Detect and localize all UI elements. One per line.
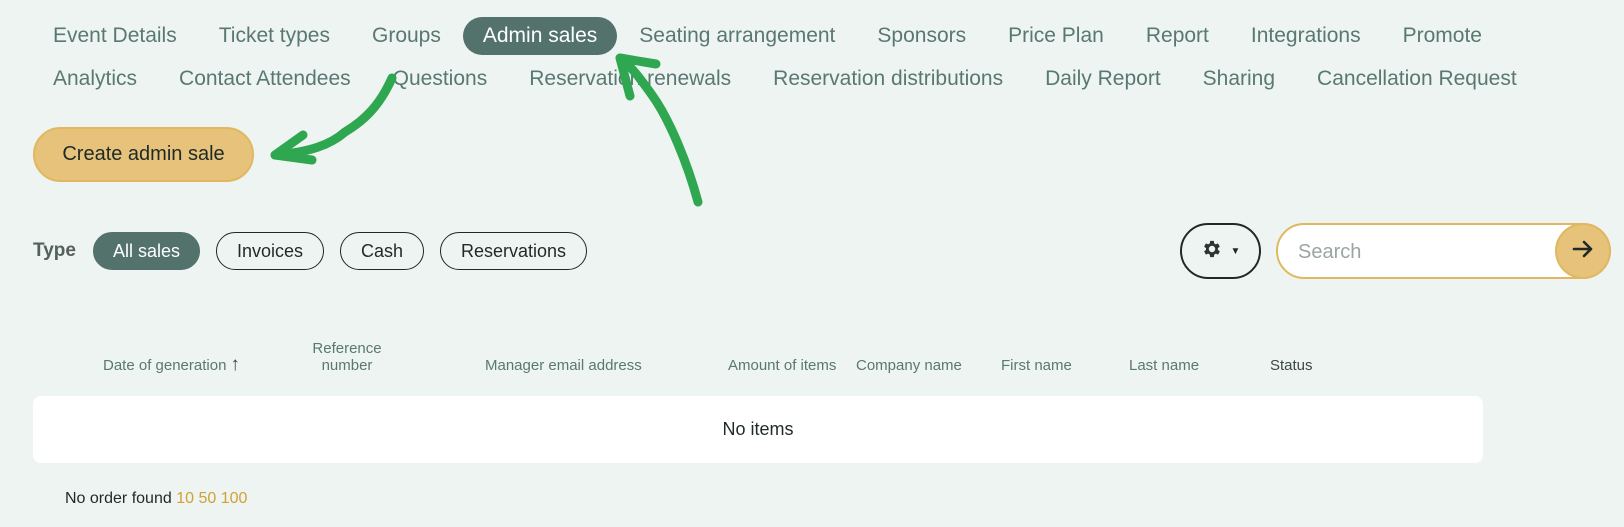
tab-ticket-types[interactable]: Ticket types bbox=[199, 17, 350, 55]
type-filter-label: Type bbox=[33, 240, 76, 261]
column-settings-button[interactable]: ▼ bbox=[1180, 223, 1261, 279]
tab-questions[interactable]: Questions bbox=[373, 60, 508, 98]
column-header-company-name[interactable]: Company name bbox=[856, 357, 962, 374]
tab-event-details[interactable]: Event Details bbox=[33, 17, 197, 55]
page-size-10[interactable]: 10 bbox=[176, 490, 194, 507]
arrow-right-icon bbox=[1570, 236, 1596, 267]
gear-icon bbox=[1201, 238, 1223, 265]
tab-analytics[interactable]: Analytics bbox=[33, 60, 157, 98]
tab-integrations[interactable]: Integrations bbox=[1231, 17, 1381, 55]
filter-chip-cash[interactable]: Cash bbox=[340, 232, 424, 270]
sort-ascending-icon: ↑ bbox=[230, 354, 240, 375]
page-size-100[interactable]: 100 bbox=[221, 490, 248, 507]
tab-reservation-renewals[interactable]: Reservation renewals bbox=[509, 60, 751, 98]
tab-seating-arrangement[interactable]: Seating arrangement bbox=[619, 17, 855, 55]
column-header-status[interactable]: Status bbox=[1270, 357, 1313, 374]
table-empty-row: No items bbox=[33, 396, 1483, 463]
table-footer: No order found 10 50 100 bbox=[65, 490, 247, 508]
tab-sponsors[interactable]: Sponsors bbox=[857, 17, 986, 55]
column-header-first-name[interactable]: First name bbox=[1001, 357, 1072, 374]
tabs-row-1: Event Details Ticket types Groups Admin … bbox=[33, 17, 1505, 55]
filter-chip-all-sales[interactable]: All sales bbox=[93, 232, 200, 270]
tab-sharing[interactable]: Sharing bbox=[1183, 60, 1295, 98]
chevron-down-icon: ▼ bbox=[1230, 245, 1241, 257]
tab-report[interactable]: Report bbox=[1126, 17, 1229, 55]
tab-reservation-distributions[interactable]: Reservation distributions bbox=[753, 60, 1023, 98]
admin-sales-page: Event Details Ticket types Groups Admin … bbox=[0, 0, 1624, 527]
search-input[interactable] bbox=[1298, 239, 1538, 265]
search-box bbox=[1276, 223, 1611, 279]
tab-groups[interactable]: Groups bbox=[352, 17, 461, 55]
column-header-manager-email[interactable]: Manager email address bbox=[485, 357, 642, 374]
tab-cancellation-request[interactable]: Cancellation Request bbox=[1297, 60, 1537, 98]
column-header-amount-of-items[interactable]: Amount of items bbox=[728, 357, 836, 374]
tab-price-plan[interactable]: Price Plan bbox=[988, 17, 1124, 55]
column-header-reference-number[interactable]: Reference number bbox=[307, 340, 387, 374]
no-order-text: No order found bbox=[65, 490, 172, 507]
page-size-50[interactable]: 50 bbox=[198, 490, 216, 507]
filter-chip-invoices[interactable]: Invoices bbox=[216, 232, 324, 270]
column-header-label: Date of generation bbox=[103, 357, 227, 374]
column-header-date-of-generation[interactable]: Date of generation ↑ bbox=[103, 354, 240, 375]
filter-chip-reservations[interactable]: Reservations bbox=[440, 232, 587, 270]
tab-contact-attendees[interactable]: Contact Attendees bbox=[159, 60, 371, 98]
column-header-last-name[interactable]: Last name bbox=[1129, 357, 1199, 374]
tab-daily-report[interactable]: Daily Report bbox=[1025, 60, 1181, 98]
tab-promote[interactable]: Promote bbox=[1383, 17, 1502, 55]
search-submit-button[interactable] bbox=[1555, 223, 1611, 279]
tabs-row-2: Analytics Contact Attendees Questions Re… bbox=[33, 60, 1537, 98]
tab-admin-sales[interactable]: Admin sales bbox=[462, 17, 618, 55]
create-admin-sale-button[interactable]: Create admin sale bbox=[33, 127, 254, 182]
